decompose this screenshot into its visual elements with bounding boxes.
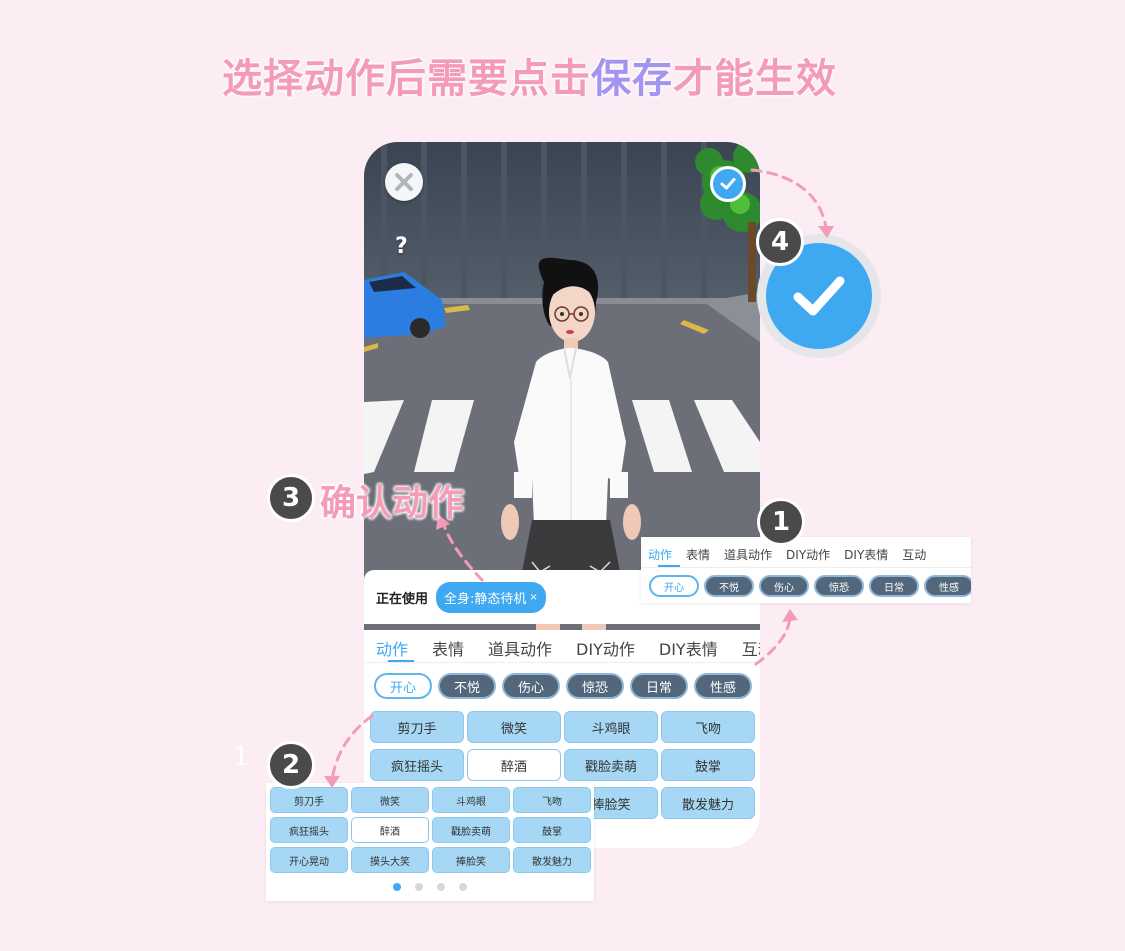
inset-action-button[interactable]: 散发魅力 (513, 847, 591, 873)
inset-action-button[interactable]: 微笑 (351, 787, 429, 813)
action-button-selected[interactable]: 醉酒 (467, 749, 561, 781)
inset-page-dot[interactable] (393, 883, 401, 891)
inset-action-grid: 剪刀手 微笑 斗鸡眼 飞吻 疯狂摇头 醉酒 戳脸卖萌 鼓掌 开心晃动 摸头大笑 … (266, 783, 594, 873)
checkmark-icon (793, 276, 845, 316)
inset-page-dot[interactable] (459, 883, 467, 891)
headline-highlight: 保存 (591, 56, 673, 102)
help-icon[interactable]: ? (395, 234, 408, 259)
inset-action-button[interactable]: 开心晃动 (270, 847, 348, 873)
headline: 选择动作后需要点击保存才能生效 (222, 46, 837, 104)
tab-interaction[interactable]: 互动 (730, 630, 760, 662)
active-tab-indicator (388, 660, 414, 662)
step-2-badge: 2 (267, 741, 315, 789)
action-button[interactable]: 疯狂摇头 (370, 749, 464, 781)
category-happy[interactable]: 开心 (374, 673, 432, 699)
category-unhappy[interactable]: 不悦 (438, 673, 496, 699)
category-row: 开心 不悦 伤心 惊恐 日常 性感 (364, 663, 760, 699)
action-button[interactable]: 鼓掌 (661, 749, 755, 781)
zoom-inset-tabs: 动作 表情 道具动作 DIY动作 DIY表情 互动 开心 不悦 伤心 惊恐 日常… (641, 537, 971, 603)
inset-action-button[interactable]: 疯狂摇头 (270, 817, 348, 843)
current-action-chip-text: 全身:静态待机 (444, 591, 527, 607)
step-4-badge: 4 (756, 218, 804, 266)
tab-action[interactable]: 动作 (364, 630, 420, 662)
inset-category-row: 开心 不悦 伤心 惊恐 日常 性感 (641, 568, 971, 597)
category-sad[interactable]: 伤心 (502, 673, 560, 699)
remove-chip-icon[interactable]: × (529, 592, 537, 603)
category-daily[interactable]: 日常 (630, 673, 688, 699)
tab-prop-action[interactable]: 道具动作 (476, 630, 564, 662)
action-button[interactable]: 剪刀手 (370, 711, 464, 743)
inset-tab-interaction[interactable]: 互动 (895, 537, 933, 567)
category-scared[interactable]: 惊恐 (566, 673, 624, 699)
inset-tab-expression[interactable]: 表情 (679, 537, 717, 567)
inset-page-dot[interactable] (437, 883, 445, 891)
close-button[interactable] (385, 163, 423, 201)
action-button[interactable]: 戳脸卖萌 (564, 749, 658, 781)
close-icon (395, 173, 413, 191)
inset-tab-bar: 动作 表情 道具动作 DIY动作 DIY表情 互动 (641, 537, 971, 568)
inset-category-scared[interactable]: 惊恐 (814, 575, 864, 597)
tab-bar: 动作 表情 道具动作 DIY动作 DIY表情 互动 (364, 630, 760, 663)
inset-action-button-selected[interactable]: 醉酒 (351, 817, 429, 843)
headline-part-1: 选择动作后需要点击 (222, 56, 591, 102)
inset-tab-diy-expression[interactable]: DIY表情 (837, 537, 895, 567)
save-button[interactable] (710, 166, 746, 202)
inset-action-button[interactable]: 斗鸡眼 (432, 787, 510, 813)
inset-action-button[interactable]: 剪刀手 (270, 787, 348, 813)
checkmark-icon (720, 178, 736, 190)
step-1-badge: 1 (757, 498, 805, 546)
stray-digit: 1 (233, 742, 250, 772)
headline-part-2: 才能生效 (673, 56, 837, 102)
inset-category-happy[interactable]: 开心 (649, 575, 699, 597)
inset-category-sexy[interactable]: 性感 (924, 575, 971, 597)
inset-action-button[interactable]: 戳脸卖萌 (432, 817, 510, 843)
action-button[interactable]: 飞吻 (661, 711, 755, 743)
inset-action-button[interactable]: 捧脸笑 (432, 847, 510, 873)
current-action-chip[interactable]: 全身:静态待机 × (436, 581, 546, 613)
inset-page-dot[interactable] (415, 883, 423, 891)
zoom-inset-grid: 剪刀手 微笑 斗鸡眼 飞吻 疯狂摇头 醉酒 戳脸卖萌 鼓掌 开心晃动 摸头大笑 … (266, 783, 594, 901)
tab-diy-action[interactable]: DIY动作 (564, 630, 647, 662)
inset-category-daily[interactable]: 日常 (869, 575, 919, 597)
action-button[interactable]: 散发魅力 (661, 787, 755, 819)
inset-category-sad[interactable]: 伤心 (759, 575, 809, 597)
step-3-badge: 3 (267, 474, 315, 522)
inset-action-button[interactable]: 鼓掌 (513, 817, 591, 843)
current-action-label: 正在使用 (376, 591, 429, 607)
action-button[interactable]: 斗鸡眼 (564, 711, 658, 743)
category-sexy[interactable]: 性感 (694, 673, 752, 699)
tab-expression[interactable]: 表情 (420, 630, 476, 662)
tab-diy-expression[interactable]: DIY表情 (647, 630, 730, 662)
inset-action-button[interactable]: 摸头大笑 (351, 847, 429, 873)
inset-page-indicator (266, 883, 594, 891)
confirm-action-label: 确认动作 (320, 483, 465, 524)
inset-category-unhappy[interactable]: 不悦 (704, 575, 754, 597)
action-button[interactable]: 微笑 (467, 711, 561, 743)
inset-active-tab-indicator (658, 565, 680, 567)
inset-tab-action[interactable]: 动作 (641, 537, 679, 567)
inset-action-button[interactable]: 飞吻 (513, 787, 591, 813)
